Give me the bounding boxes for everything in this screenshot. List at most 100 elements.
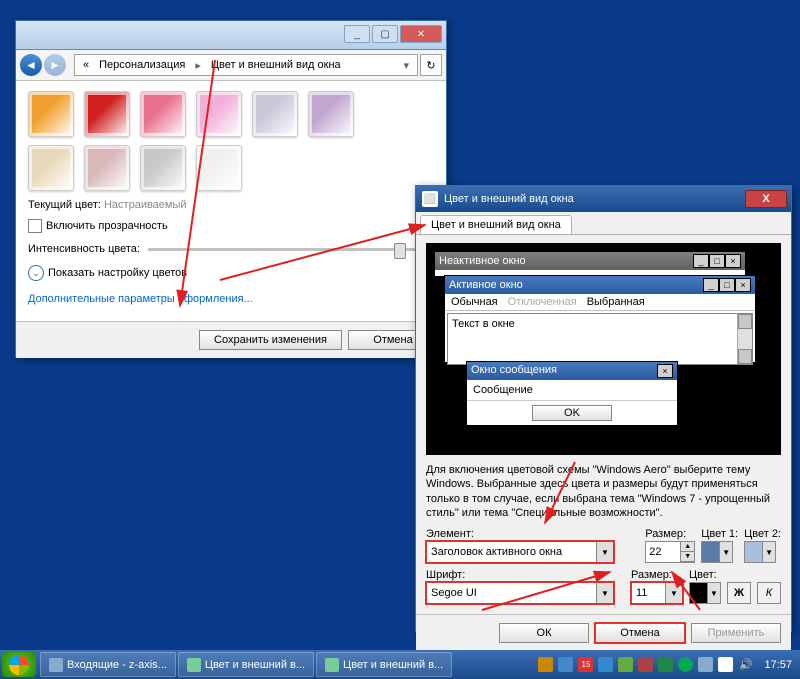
breadcrumb-color-appearance[interactable]: Цвет и внешний вид окна [207, 59, 345, 71]
spin-up-icon[interactable]: ▲ [680, 542, 694, 552]
color-swatch-row [28, 145, 434, 191]
current-color-label: Текущий цвет: [28, 199, 101, 211]
font-size-dropdown[interactable]: 11 ▼ [631, 582, 683, 604]
preview-inactive-title: Неактивное окно [439, 255, 526, 267]
show-mixer-toggle[interactable]: ⌄ Показать настройку цветов [28, 265, 434, 281]
menu-disabled: Отключенная [508, 296, 577, 308]
preview-menubar: Обычная Отключенная Выбранная [445, 294, 755, 311]
tray-icon[interactable] [598, 657, 613, 672]
transparency-label: Включить прозрачность [46, 220, 168, 232]
tray-icon[interactable] [638, 657, 653, 672]
element-dropdown[interactable]: Заголовок активного окна ▼ [426, 541, 614, 563]
color-swatch[interactable] [140, 145, 186, 191]
breadcrumb-personalization[interactable]: Персонализация [95, 59, 189, 71]
maximize-button[interactable]: ▢ [372, 25, 398, 43]
maximize-icon: □ [709, 254, 725, 268]
color-swatch[interactable] [196, 145, 242, 191]
color2-picker[interactable]: ▼ [744, 541, 776, 563]
slider-thumb[interactable] [394, 243, 406, 259]
app-icon [187, 658, 201, 672]
tray-icon[interactable] [558, 657, 573, 672]
chevron-right-icon: ▸ [191, 59, 205, 72]
dialog-button-row: ОК Отмена Применить [416, 614, 791, 651]
clock[interactable]: 17:57 [764, 659, 792, 671]
save-button[interactable]: Сохранить изменения [199, 330, 342, 350]
color-swatch[interactable] [84, 91, 130, 137]
preview-pane: Неактивное окно _□× Активное окно _□× Об… [426, 243, 781, 455]
intensity-slider[interactable] [148, 248, 434, 251]
preview-ok-button: OK [532, 405, 612, 421]
preview-active-window: Активное окно _□× Обычная Отключенная Вы… [444, 275, 756, 363]
taskbar-button[interactable]: Входящие - z-axis... [40, 652, 176, 677]
dropdown-icon[interactable]: ▾ [399, 59, 413, 72]
preview-text: Текст в окне [452, 318, 515, 330]
apply-button[interactable]: Применить [691, 623, 781, 643]
close-button[interactable]: ✕ [400, 25, 442, 43]
chevron-down-icon: ⌄ [28, 265, 44, 281]
dropdown-icon: ▼ [707, 583, 720, 603]
dialog-title: Цвет и внешний вид окна [444, 193, 574, 205]
preview-messagebox: Окно сообщения× Сообщение OK [466, 361, 678, 426]
minimize-icon: _ [703, 278, 719, 292]
tray-icon[interactable] [618, 657, 633, 672]
color-swatch[interactable] [308, 91, 354, 137]
nav-back-button[interactable]: ◄ [20, 54, 42, 76]
color-swatch[interactable] [196, 91, 242, 137]
element-value: Заголовок активного окна [431, 546, 562, 558]
taskbar-button[interactable]: Цвет и внешний в... [178, 652, 314, 677]
size-spinner[interactable]: 22 ▲▼ [645, 541, 695, 563]
button-row: Сохранить изменения Отмена [16, 321, 446, 358]
nav-forward-button[interactable]: ► [44, 54, 66, 76]
color-swatch-row [28, 91, 434, 137]
font-size-value: 11 [636, 587, 647, 599]
titlebar[interactable]: _ ▢ ✕ [16, 21, 446, 50]
tray-icon[interactable] [698, 657, 713, 672]
volume-icon[interactable]: 🔊 [738, 657, 753, 672]
start-button[interactable] [2, 652, 36, 677]
minimize-button[interactable]: _ [344, 25, 370, 43]
italic-button[interactable]: К [757, 582, 781, 604]
cancel-button[interactable]: Отмена [595, 623, 685, 643]
color1-label: Цвет 1: [701, 528, 738, 540]
tray-icon[interactable] [678, 657, 693, 672]
dropdown-icon: ▼ [596, 583, 613, 603]
taskbar-button[interactable]: Цвет и внешний в... [316, 652, 452, 677]
checkbox-icon[interactable] [28, 219, 42, 233]
color-swatch[interactable] [140, 91, 186, 137]
tray-icon[interactable] [718, 657, 733, 672]
tray-badge-icon[interactable]: 15 [578, 657, 593, 672]
font-dropdown[interactable]: Segoe UI ▼ [426, 582, 614, 604]
transparency-checkbox-row[interactable]: Включить прозрачность [28, 219, 434, 233]
menu-selected: Выбранная [587, 296, 645, 308]
tray-icon[interactable] [658, 657, 673, 672]
tray-icon[interactable] [538, 657, 553, 672]
nav-row: ◄ ► « Персонализация ▸ Цвет и внешний ви… [16, 50, 446, 81]
system-tray: 15 🔊 17:57 [538, 657, 798, 672]
appearance-dialog: ⬜ Цвет и внешний вид окна X Цвет и внешн… [415, 185, 792, 632]
current-color-value: Настраиваемый [104, 199, 187, 211]
window-icon: ⬜ [422, 191, 438, 207]
maximize-icon: □ [719, 278, 735, 292]
refresh-button[interactable]: ↻ [420, 54, 442, 76]
font-color-picker[interactable]: ▼ [689, 582, 721, 604]
bold-button[interactable]: Ж [727, 582, 751, 604]
ok-button[interactable]: ОК [499, 623, 589, 643]
tabstrip: Цвет и внешний вид окна [416, 212, 791, 235]
advanced-appearance-link[interactable]: Дополнительные параметры оформления... [28, 293, 434, 305]
color-swatch[interactable] [84, 145, 130, 191]
close-icon: × [657, 364, 673, 378]
titlebar[interactable]: ⬜ Цвет и внешний вид окна X [416, 186, 791, 212]
breadcrumb-chevrons[interactable]: « [79, 59, 93, 71]
color-swatch[interactable] [252, 91, 298, 137]
tab-color-appearance[interactable]: Цвет и внешний вид окна [420, 215, 572, 234]
color-swatch[interactable] [28, 91, 74, 137]
color2-label: Цвет 2: [744, 528, 781, 540]
breadcrumb[interactable]: « Персонализация ▸ Цвет и внешний вид ок… [74, 54, 418, 76]
color1-picker[interactable]: ▼ [701, 541, 733, 563]
close-button[interactable]: X [745, 190, 787, 208]
dropdown-icon: ▼ [596, 542, 613, 562]
spin-down-icon[interactable]: ▼ [680, 552, 694, 562]
font-size-label: Размер: [631, 569, 683, 581]
preview-inactive-window: Неактивное окно _□× [434, 251, 746, 277]
color-swatch[interactable] [28, 145, 74, 191]
